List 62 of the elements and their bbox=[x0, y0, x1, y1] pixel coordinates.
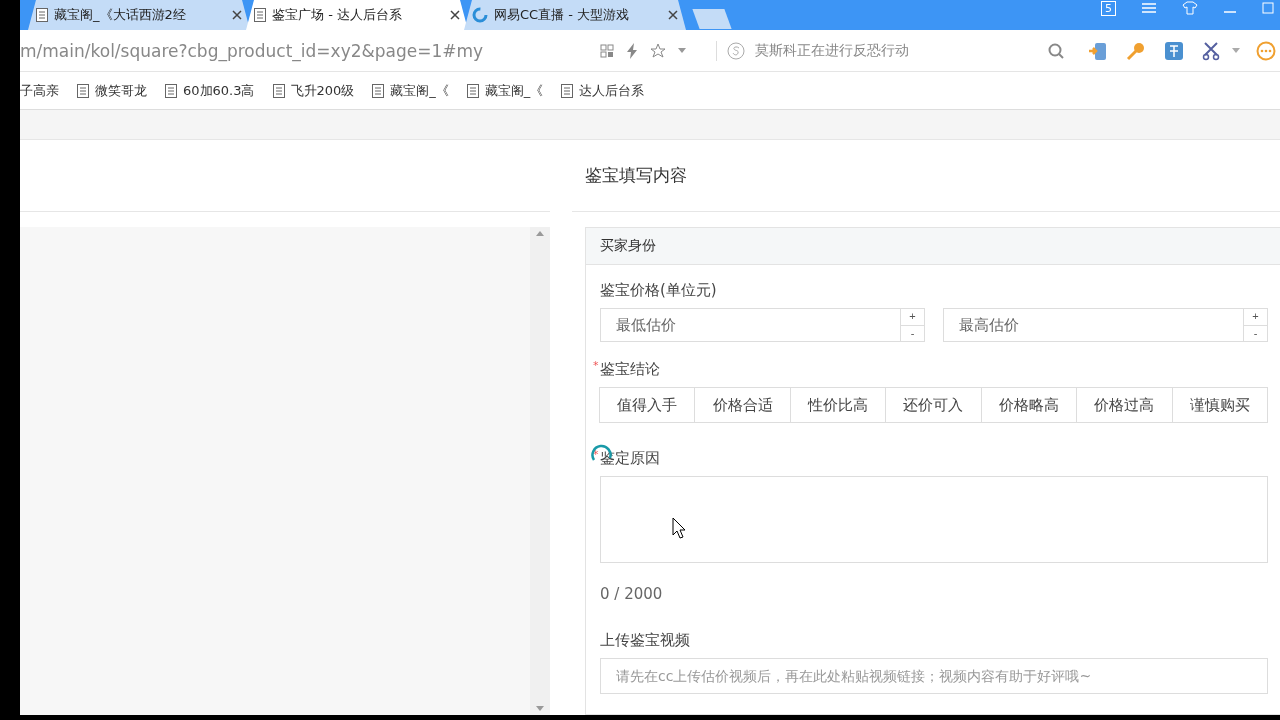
shirt-icon[interactable] bbox=[1182, 1, 1198, 15]
video-link-field[interactable]: 请先在cc上传估价视频后，再在此处粘贴视频链接；视频内容有助于好评哦~ bbox=[600, 658, 1268, 694]
close-icon[interactable] bbox=[450, 10, 460, 20]
document-icon bbox=[466, 83, 479, 98]
required-mark: * bbox=[593, 359, 599, 372]
document-icon bbox=[36, 8, 48, 22]
browser-tab[interactable]: 藏宝阁_《大话西游2经 bbox=[28, 0, 250, 30]
conclusion-option[interactable]: 价格略高 bbox=[980, 387, 1078, 423]
close-icon[interactable] bbox=[232, 10, 242, 20]
phone-icon[interactable] bbox=[1088, 40, 1108, 61]
section-title: 鉴宝填写内容 bbox=[585, 164, 687, 187]
star-icon[interactable] bbox=[650, 42, 666, 59]
conclusion-option[interactable]: 性价比高 bbox=[789, 387, 887, 423]
bookmark-link[interactable]: 60加60.3高 bbox=[165, 81, 255, 100]
new-tab-button[interactable] bbox=[692, 9, 732, 29]
lightning-icon[interactable] bbox=[626, 42, 638, 59]
bookmark-link[interactable]: 达人后台系 bbox=[561, 81, 645, 100]
document-icon bbox=[254, 8, 266, 22]
conclusion-option[interactable]: 谨慎购买 bbox=[1171, 387, 1268, 423]
browser-tab[interactable]: 鉴宝广场 - 达人后台系 bbox=[246, 0, 468, 30]
price-field[interactable]: 最高估价 + - bbox=[943, 308, 1268, 342]
caret-icon[interactable] bbox=[678, 48, 686, 53]
bookmark-link[interactable]: 藏宝阁_《 bbox=[466, 81, 544, 100]
conclusion-option[interactable]: 价格合适 bbox=[694, 387, 791, 423]
conclusion-option[interactable]: 还价可入 bbox=[885, 387, 982, 423]
conclusion-option[interactable]: 价格过高 bbox=[1076, 387, 1173, 423]
price-field[interactable]: 最低估价 + - bbox=[600, 308, 925, 342]
field-label: 鉴宝价格(单位元) bbox=[600, 281, 718, 300]
bookmark-link[interactable]: 子高亲 bbox=[20, 81, 59, 100]
document-icon bbox=[372, 83, 385, 98]
cc-logo-icon bbox=[472, 7, 488, 23]
required-mark: * bbox=[593, 448, 599, 461]
scroll-down-icon[interactable] bbox=[536, 706, 544, 711]
scrollbar[interactable] bbox=[530, 227, 550, 715]
address-field[interactable]: m/main/kol/square?cbg_product_id=xy2&page=1#my bbox=[20, 40, 600, 61]
document-icon bbox=[165, 83, 177, 98]
menu-icon[interactable] bbox=[1142, 2, 1156, 14]
reason-field[interactable] bbox=[600, 476, 1268, 563]
mouse-cursor-icon bbox=[672, 517, 686, 539]
search-icon[interactable] bbox=[1048, 42, 1064, 59]
scroll-up-icon[interactable] bbox=[536, 231, 544, 236]
document-icon bbox=[272, 83, 285, 98]
browser-tab[interactable]: 网易CC直播 - 大型游戏 bbox=[464, 0, 686, 30]
search-field[interactable]: 莫斯科正在进行反恐行动 bbox=[755, 41, 1038, 60]
bookmark-link[interactable]: 藏宝阁_《 bbox=[372, 81, 449, 100]
translate-icon[interactable] bbox=[1164, 40, 1184, 61]
field-label: 上传鉴宝视频 bbox=[600, 631, 691, 650]
bookmark-link[interactable]: 飞升200级 bbox=[272, 81, 355, 100]
scissors-icon[interactable] bbox=[1202, 40, 1222, 61]
qr-code-icon[interactable] bbox=[600, 43, 614, 58]
document-icon bbox=[77, 83, 89, 98]
key-icon[interactable] bbox=[1126, 40, 1146, 61]
bookmark-link[interactable]: 微笑哥龙 bbox=[77, 81, 147, 100]
document-icon bbox=[561, 83, 574, 98]
character-counter: 0 / 2000 bbox=[600, 585, 664, 603]
close-icon[interactable] bbox=[668, 10, 678, 20]
card-title: 买家身份 bbox=[586, 228, 1280, 265]
caret-icon[interactable] bbox=[1232, 48, 1240, 53]
search-engine-icon[interactable] bbox=[727, 41, 745, 60]
maximize-icon[interactable] bbox=[1262, 2, 1274, 14]
more-icon[interactable] bbox=[1256, 40, 1276, 61]
conclusion-option[interactable]: 值得入手 bbox=[599, 387, 696, 423]
